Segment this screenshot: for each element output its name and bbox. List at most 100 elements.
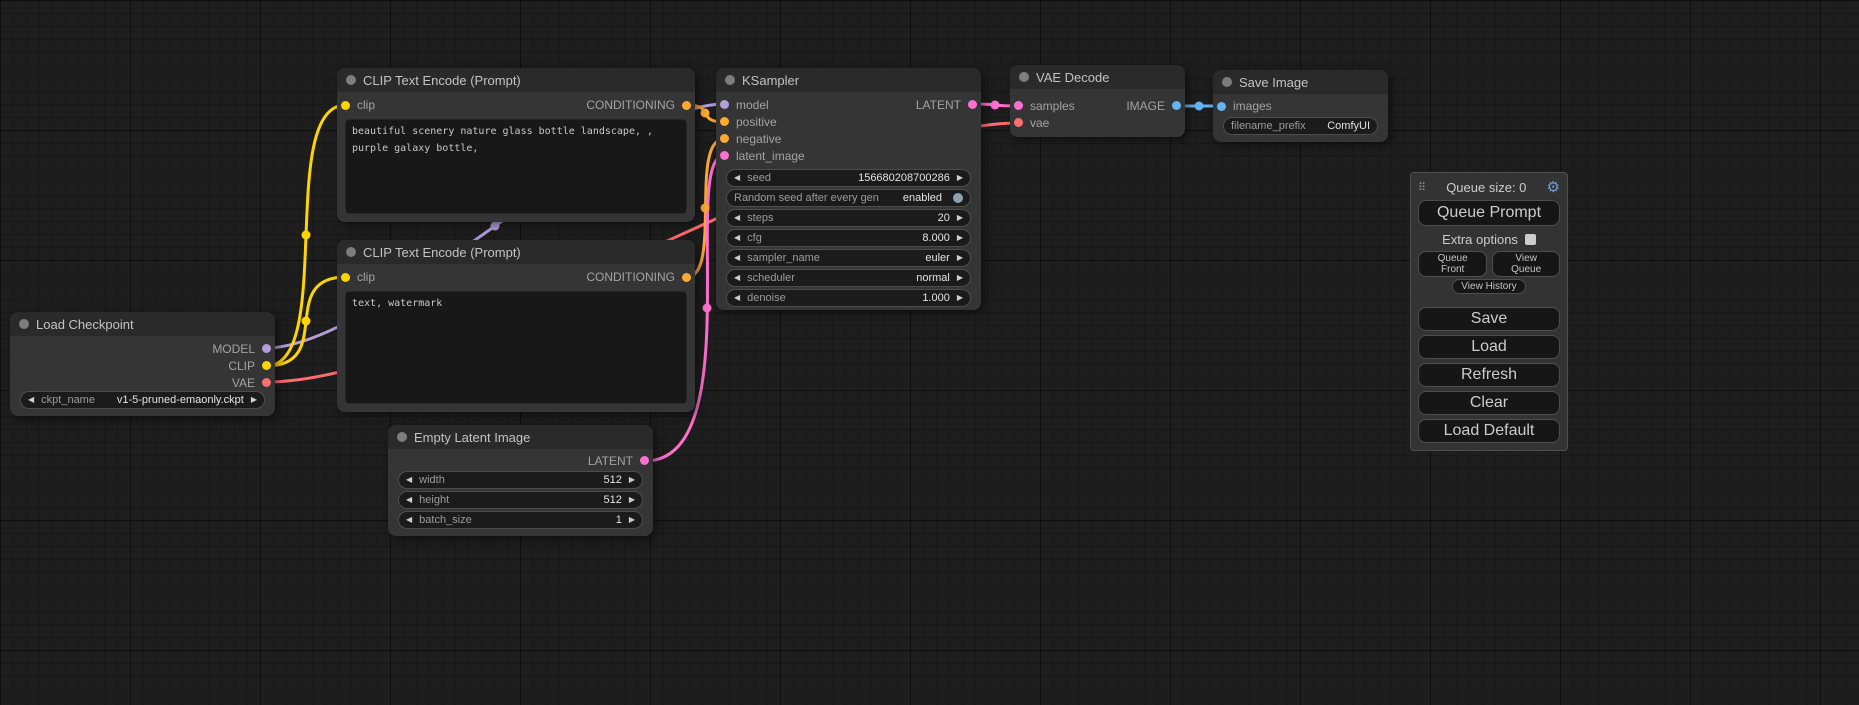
widget-seed[interactable]: ◀ seed 156680208700286 ▶ — [726, 169, 971, 187]
clear-button[interactable]: Clear — [1418, 391, 1560, 415]
save-button[interactable]: Save — [1418, 307, 1560, 331]
widget-cfg[interactable]: ◀ cfg 8.000 ▶ — [726, 229, 971, 247]
view-history-button[interactable]: View History — [1452, 279, 1525, 294]
output-port-conditioning[interactable] — [682, 273, 691, 282]
settings-gear-icon[interactable]: ⚙ — [1547, 180, 1560, 195]
view-queue-button[interactable]: View Queue — [1492, 251, 1560, 277]
widget-scheduler[interactable]: ◀ scheduler normal ▶ — [726, 269, 971, 287]
widget-value: 8.000 — [922, 232, 950, 244]
output-port-latent[interactable] — [968, 100, 977, 109]
input-port-images[interactable] — [1217, 102, 1226, 111]
widget-name: Random seed after every gen — [734, 192, 879, 204]
node-save-image[interactable]: Save Image images filename_prefix ComfyU… — [1213, 70, 1388, 142]
increment-arrow-icon[interactable]: ▶ — [629, 496, 635, 504]
input-port-vae[interactable] — [1014, 118, 1023, 127]
input-label-model: model — [736, 98, 769, 112]
decrement-arrow-icon[interactable]: ◀ — [734, 174, 740, 182]
input-label-images: images — [1233, 99, 1272, 113]
node-titlebar[interactable]: KSampler — [716, 68, 981, 92]
decrement-arrow-icon[interactable]: ◀ — [734, 274, 740, 282]
output-port-conditioning[interactable] — [682, 101, 691, 110]
widget-filename-prefix[interactable]: filename_prefix ComfyUI — [1223, 117, 1378, 135]
node-load-checkpoint[interactable]: Load Checkpoint MODEL CLIP VAE — [10, 312, 275, 416]
widget-name: cfg — [747, 232, 762, 244]
widget-name: steps — [747, 212, 773, 224]
drag-handle-icon[interactable]: ⠿ — [1418, 181, 1426, 194]
node-titlebar[interactable]: CLIP Text Encode (Prompt) — [337, 68, 695, 92]
queue-prompt-button[interactable]: Queue Prompt — [1418, 200, 1560, 226]
widget-ckpt-name[interactable]: ◀ ckpt_name v1-5-pruned-emaonly.ckpt ▶ — [20, 391, 265, 409]
node-titlebar[interactable]: Empty Latent Image — [388, 425, 653, 449]
decrement-arrow-icon[interactable]: ◀ — [734, 214, 740, 222]
input-port-clip[interactable] — [341, 101, 350, 110]
widget-value: enabled — [903, 192, 942, 204]
node-titlebar[interactable]: Load Checkpoint — [10, 312, 275, 336]
node-clip-text-encode-negative[interactable]: CLIP Text Encode (Prompt) clip CONDITION… — [337, 240, 695, 412]
load-default-button[interactable]: Load Default — [1418, 419, 1560, 443]
output-port-image[interactable] — [1172, 101, 1181, 110]
extra-options-checkbox[interactable] — [1525, 234, 1536, 245]
output-port-vae[interactable] — [262, 378, 271, 387]
load-button[interactable]: Load — [1418, 335, 1560, 359]
decrement-arrow-icon[interactable]: ◀ — [734, 234, 740, 242]
input-port-model[interactable] — [720, 100, 729, 109]
negative-prompt-textarea[interactable]: text, watermark — [345, 291, 687, 404]
increment-arrow-icon[interactable]: ▶ — [629, 476, 635, 484]
node-titlebar[interactable]: Save Image — [1213, 70, 1388, 94]
link-midpoint-dot-samples — [991, 101, 1000, 110]
widget-batch-size[interactable]: ◀ batch_size 1 ▶ — [398, 511, 643, 529]
node-titlebar[interactable]: CLIP Text Encode (Prompt) — [337, 240, 695, 264]
widget-denoise[interactable]: ◀ denoise 1.000 ▶ — [726, 289, 971, 307]
increment-arrow-icon[interactable]: ▶ — [957, 254, 963, 262]
node-status-dot-icon — [725, 75, 735, 85]
menu-header: ⠿ Queue size: 0 ⚙ — [1418, 178, 1560, 197]
node-status-dot-icon — [19, 319, 29, 329]
refresh-button[interactable]: Refresh — [1418, 363, 1560, 387]
widget-name: ckpt_name — [41, 394, 95, 406]
widget-value: normal — [916, 272, 950, 284]
widget-height[interactable]: ◀ height 512 ▶ — [398, 491, 643, 509]
decrement-arrow-icon[interactable]: ◀ — [734, 294, 740, 302]
node-ksampler[interactable]: KSampler model LATENT positive — [716, 68, 981, 310]
output-label-model: MODEL — [212, 342, 255, 356]
widget-width[interactable]: ◀ width 512 ▶ — [398, 471, 643, 489]
decrement-arrow-icon[interactable]: ◀ — [28, 396, 34, 404]
input-port-latent-image[interactable] — [720, 151, 729, 160]
output-port-clip[interactable] — [262, 361, 271, 370]
widget-steps[interactable]: ◀ steps 20 ▶ — [726, 209, 971, 227]
decrement-arrow-icon[interactable]: ◀ — [734, 254, 740, 262]
widget-name: batch_size — [419, 514, 472, 526]
widget-random-seed-toggle[interactable]: Random seed after every gen enabled — [726, 189, 971, 207]
toggle-knob-icon[interactable] — [953, 193, 963, 203]
widget-sampler-name[interactable]: ◀ sampler_name euler ▶ — [726, 249, 971, 267]
node-titlebar[interactable]: VAE Decode — [1010, 65, 1185, 89]
positive-prompt-textarea[interactable]: beautiful scenery nature glass bottle la… — [345, 119, 687, 214]
output-label-latent: LATENT — [916, 98, 961, 112]
widget-value: 156680208700286 — [858, 172, 950, 184]
output-port-model[interactable] — [262, 344, 271, 353]
input-port-clip[interactable] — [341, 273, 350, 282]
decrement-arrow-icon[interactable]: ◀ — [406, 476, 412, 484]
increment-arrow-icon[interactable]: ▶ — [957, 294, 963, 302]
increment-arrow-icon[interactable]: ▶ — [957, 214, 963, 222]
graph-canvas[interactable]: Load Checkpoint MODEL CLIP VAE — [0, 0, 1859, 705]
input-port-negative[interactable] — [720, 134, 729, 143]
decrement-arrow-icon[interactable]: ◀ — [406, 496, 412, 504]
increment-arrow-icon[interactable]: ▶ — [957, 274, 963, 282]
increment-arrow-icon[interactable]: ▶ — [957, 174, 963, 182]
node-empty-latent-image[interactable]: Empty Latent Image LATENT ◀ width 512 ▶ … — [388, 425, 653, 536]
output-port-latent[interactable] — [640, 456, 649, 465]
decrement-arrow-icon[interactable]: ◀ — [406, 516, 412, 524]
increment-arrow-icon[interactable]: ▶ — [957, 234, 963, 242]
input-port-samples[interactable] — [1014, 101, 1023, 110]
input-label-samples: samples — [1030, 99, 1075, 113]
increment-arrow-icon[interactable]: ▶ — [251, 396, 257, 404]
node-title: CLIP Text Encode (Prompt) — [363, 73, 521, 88]
input-port-positive[interactable] — [720, 117, 729, 126]
widget-value: 512 — [603, 474, 621, 486]
increment-arrow-icon[interactable]: ▶ — [629, 516, 635, 524]
queue-front-button[interactable]: Queue Front — [1418, 251, 1487, 277]
node-vae-decode[interactable]: VAE Decode samples IMAGE vae — [1010, 65, 1185, 137]
widget-name: width — [419, 474, 445, 486]
node-clip-text-encode-positive[interactable]: CLIP Text Encode (Prompt) clip CONDITION… — [337, 68, 695, 222]
